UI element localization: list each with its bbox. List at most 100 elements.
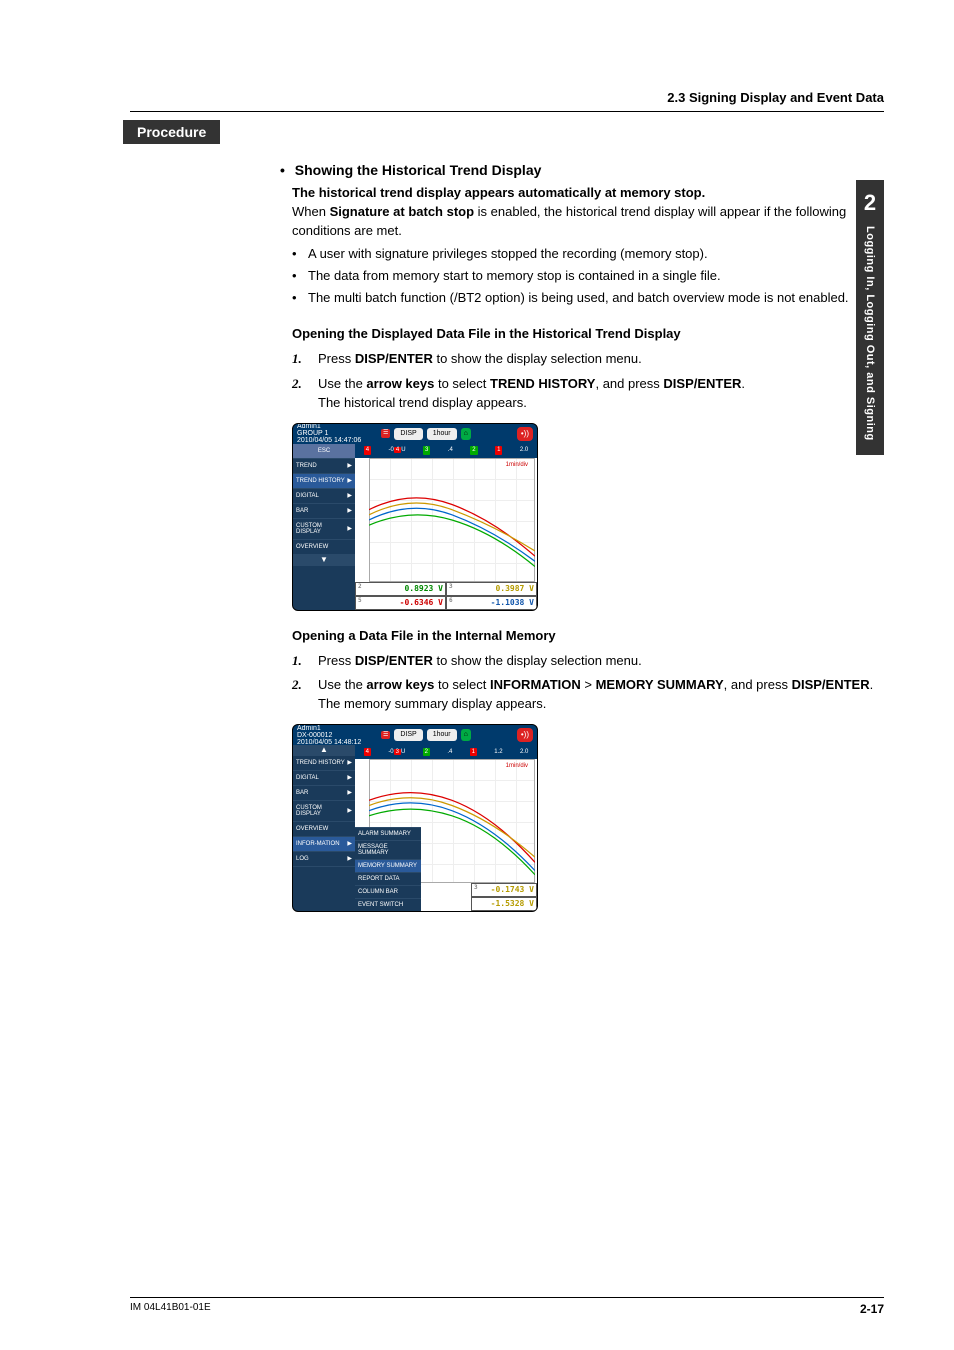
submenu-alarm[interactable]: ALARM SUMMARY (355, 827, 421, 840)
label: DIGITAL (296, 493, 319, 499)
chevron-right-icon: ▶ (347, 478, 352, 484)
step-number: 1. (292, 652, 302, 671)
bullet-icon: • (280, 162, 285, 178)
text: Use the (318, 376, 366, 391)
label: TREND HISTORY (296, 478, 345, 484)
tag: 1 (470, 748, 477, 757)
text: Signature at batch stop (330, 204, 474, 219)
ss-disp-pill: DISP (394, 428, 422, 440)
val-3: 5-0.6346 V (355, 596, 446, 610)
val-1: 3-0.1743 V (471, 883, 537, 897)
alarm-icon: •)) (517, 728, 533, 742)
submenu-event-switch[interactable]: EVENT SWITCH (355, 898, 421, 911)
tag: 4 (364, 446, 371, 455)
opening1-heading: Opening the Displayed Data File in the H… (292, 325, 884, 344)
menu-bar[interactable]: BAR▶ (293, 786, 355, 801)
rule-top (130, 111, 884, 112)
tag: 2 (470, 446, 477, 455)
ss-topbar: Admin1 GROUP 1 2010/04/05 14:47:06 ☰ DIS… (293, 424, 537, 444)
showing-bullet-2: The data from memory start to memory sto… (292, 267, 884, 286)
text: , and press (724, 677, 792, 692)
label: TREND HISTORY (296, 760, 345, 766)
tag: 1 (495, 446, 502, 455)
menu-digital[interactable]: DIGITAL ▶ (293, 771, 355, 786)
menu-overview[interactable]: OVERVIEW (293, 822, 355, 837)
submenu-report[interactable]: REPORT DATA (355, 872, 421, 885)
chevron-right-icon: ▶ (347, 856, 352, 862)
val-4: 6-1.1038 V (446, 596, 537, 610)
text: , and press (595, 376, 663, 391)
step-number: 2. (292, 676, 302, 695)
chapter-title: Logging In, Logging Out, and Signing (864, 226, 876, 441)
text: arrow keys (366, 376, 434, 391)
text: . (741, 376, 745, 391)
text: DISP/ENTER (792, 677, 870, 692)
text: to select (434, 677, 490, 692)
showing-line2: When Signature at batch stop is enabled,… (292, 203, 884, 241)
scale-max: 2.0 (520, 748, 528, 757)
label: BAR (296, 508, 308, 514)
text: TREND HISTORY (490, 376, 595, 391)
showing-bullet-1: A user with signature privileges stopped… (292, 245, 884, 264)
chevron-right-icon: ▶ (347, 808, 352, 814)
menu-overview[interactable]: OVERVIEW (293, 540, 355, 555)
label: CUSTOM DISPLAY (296, 523, 345, 535)
ss-time-pill: 1hour (427, 428, 457, 440)
chevron-right-icon: ▶ (347, 526, 352, 532)
submenu-column-bar[interactable]: COLUMN BAR (355, 885, 421, 898)
val-1: 20.8923 V (355, 582, 446, 596)
text: Press (318, 351, 355, 366)
text: > (581, 677, 596, 692)
ss-submenu: ALARM SUMMARY MESSAGE SUMMARY MEMORY SUM… (355, 827, 421, 911)
opening1-step2: 2. Use the arrow keys to select TREND HI… (292, 375, 884, 413)
text: MEMORY SUMMARY (596, 677, 724, 692)
menu-digital[interactable]: DIGITAL ▶ (293, 489, 355, 504)
chevron-right-icon: ▶ (347, 493, 352, 499)
menu-scroll-down[interactable]: ▼ (293, 555, 355, 566)
text: . (870, 677, 874, 692)
submenu-memory[interactable]: MEMORY SUMMARY (355, 859, 421, 872)
val-2: 30.3987 V (446, 582, 537, 596)
menu-trend-history[interactable]: TREND HISTORY▶ (293, 474, 355, 489)
menu-information[interactable]: INFOR-MATION▶ (293, 837, 355, 852)
menu-log[interactable]: LOG ▶ (293, 852, 355, 867)
menu-custom[interactable]: CUSTOM DISPLAY▶ (293, 801, 355, 822)
chapter-tab: 2 Logging In, Logging Out, and Signing (856, 180, 884, 455)
ss-chart: 4 -04U 3 .4 2 1 2.0 1min/div (355, 444, 537, 610)
trend-lines (369, 458, 535, 582)
showing-title: • Showing the Historical Trend Display (280, 160, 884, 180)
page-number: 2-17 (860, 1302, 884, 1316)
submenu-message[interactable]: MESSAGE SUMMARY (355, 840, 421, 859)
menu-scroll-up[interactable]: ▲ (293, 745, 355, 756)
text: to show the display selection menu. (433, 653, 642, 668)
showing-bullet-3: The multi batch function (/BT2 option) i… (292, 289, 884, 308)
screenshot-memory-summary: Admin1 DX-000012 2010/04/05 14:48:12 ☰ D… (292, 724, 538, 912)
ss-top-left: Admin1 DX-000012 2010/04/05 14:48:12 (297, 725, 377, 746)
text: Press (318, 653, 355, 668)
menu-esc[interactable]: ESC (293, 444, 355, 459)
chapter-number: 2 (864, 190, 876, 216)
scale-max: 2.0 (520, 446, 528, 455)
opening2-step2: 2. Use the arrow keys to select INFORMAT… (292, 676, 884, 714)
text: When (292, 204, 330, 219)
label: INFOR-MATION (296, 841, 340, 847)
label: CUSTOM DISPLAY (296, 805, 345, 817)
label: DIGITAL (296, 775, 319, 781)
text: to show the display selection menu. (433, 351, 642, 366)
ss-time-pill: 1hour (427, 729, 457, 741)
tag: 4 (394, 447, 401, 453)
text: INFORMATION (490, 677, 581, 692)
menu-custom[interactable]: CUSTOM DISPLAY▶ (293, 519, 355, 540)
label: LOG (296, 856, 309, 862)
chevron-right-icon: ▶ (347, 508, 352, 514)
rec-icon: ☰ (381, 731, 390, 740)
showing-title-text: Showing the Historical Trend Display (295, 162, 542, 178)
opening1-note: The historical trend display appears. (318, 394, 884, 413)
ss-menu: ▲ TREND HISTORY▶ DIGITAL▶ BAR▶ CUSTOM DI… (293, 745, 355, 911)
menu-bar[interactable]: BAR ▶ (293, 504, 355, 519)
ss-menu: ESC TREND▶ TREND HISTORY▶ DIGITAL▶ BAR▶ … (293, 444, 355, 610)
menu-trend[interactable]: TREND▶ (293, 459, 355, 474)
menu-trend-history[interactable]: TREND HISTORY▶ (293, 756, 355, 771)
chevron-right-icon: ▶ (347, 775, 352, 781)
key-icon: ⌂ (461, 428, 471, 440)
